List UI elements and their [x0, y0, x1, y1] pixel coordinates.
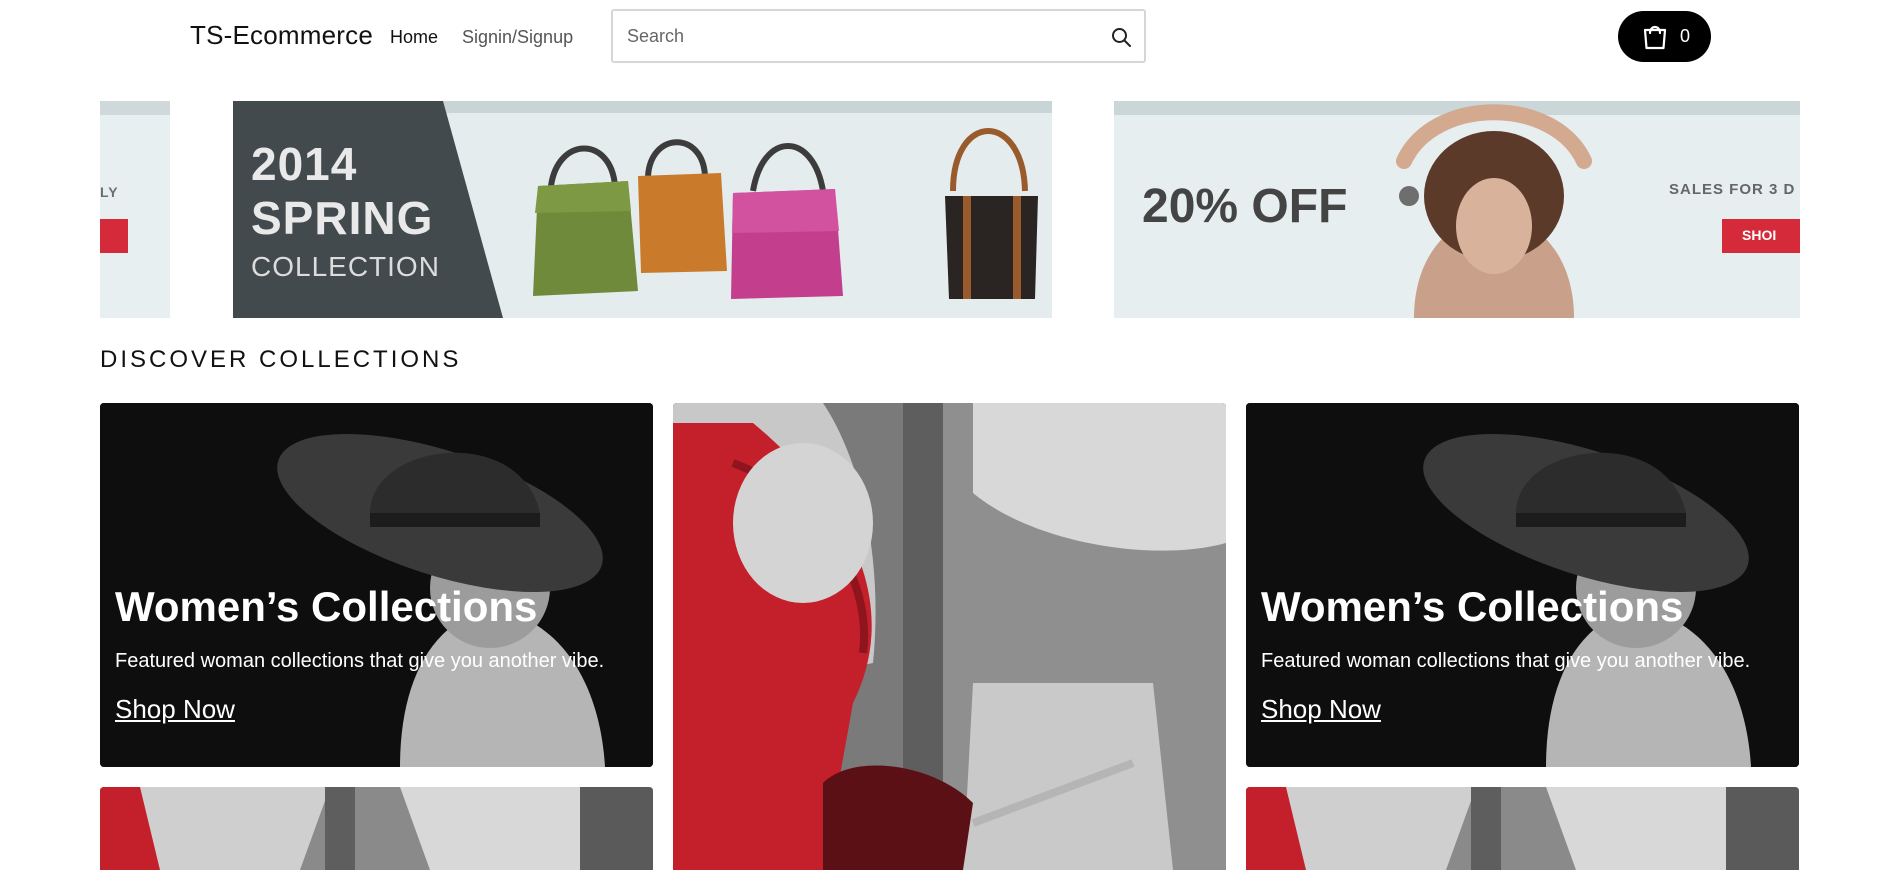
- collection-card-partial-right[interactable]: [1246, 787, 1799, 870]
- collection-card-women-2[interactable]: Women’s Collections Featured woman colle…: [1246, 403, 1799, 767]
- site-header: TS-Ecommerce Home Signin/Signup 0: [0, 0, 1889, 74]
- card-title: Women’s Collections: [115, 583, 538, 630]
- card-title: Women’s Collections: [1261, 583, 1684, 630]
- carousel-slide-partial-left[interactable]: LY: [100, 101, 170, 318]
- slide-fragment-button: [100, 219, 128, 253]
- card-description: Featured woman collections that give you…: [1261, 650, 1751, 672]
- slide-collection-label: COLLECTION: [251, 251, 440, 282]
- card-description: Featured woman collections that give you…: [115, 650, 605, 672]
- nav-home-link[interactable]: Home: [390, 27, 438, 48]
- search-icon[interactable]: [1110, 26, 1132, 48]
- sale-tagline: SALES FOR 3 D: [1669, 181, 1796, 198]
- carousel-slide-spring[interactable]: 2014 SPRING COLLECTION: [233, 101, 1052, 318]
- hero-figure-image: [1246, 787, 1799, 870]
- shop-now-link[interactable]: Shop Now: [1261, 694, 1381, 725]
- carousel-slide-sale[interactable]: 20% OFF SALES FOR 3 D SHOI: [1114, 101, 1800, 318]
- shop-now-link[interactable]: Shop Now: [115, 694, 235, 725]
- nav-signin-link[interactable]: Signin/Signup: [462, 27, 573, 48]
- section-title: DISCOVER COLLECTIONS: [100, 346, 462, 373]
- hero-figure-image: [673, 403, 1226, 870]
- cart-button[interactable]: 0: [1618, 11, 1711, 62]
- promo-carousel[interactable]: LY 2014 SPRING COLLECTION 20% OFF SALES …: [100, 101, 1800, 318]
- collection-card-tall-image[interactable]: [673, 403, 1226, 870]
- spring-text-panel: 2014 SPRING COLLECTION: [233, 101, 503, 318]
- slide-season: SPRING: [251, 192, 434, 244]
- hero-figure-image: [100, 787, 653, 870]
- search-bar: [611, 9, 1146, 63]
- shopping-bag-icon: [1640, 21, 1670, 51]
- cart-count: 0: [1680, 26, 1691, 46]
- sale-headline: 20% OFF: [1142, 180, 1348, 233]
- collection-card-partial-left[interactable]: [100, 787, 653, 870]
- brand-logo[interactable]: TS-Ecommerce: [190, 20, 373, 51]
- sale-shop-button[interactable]: SHOI: [1722, 219, 1800, 253]
- collection-card-women[interactable]: Women’s Collections Featured woman colle…: [100, 403, 653, 767]
- search-input[interactable]: [627, 11, 1097, 61]
- slide-year: 2014: [251, 138, 358, 190]
- slide-fragment-text: LY: [100, 184, 119, 200]
